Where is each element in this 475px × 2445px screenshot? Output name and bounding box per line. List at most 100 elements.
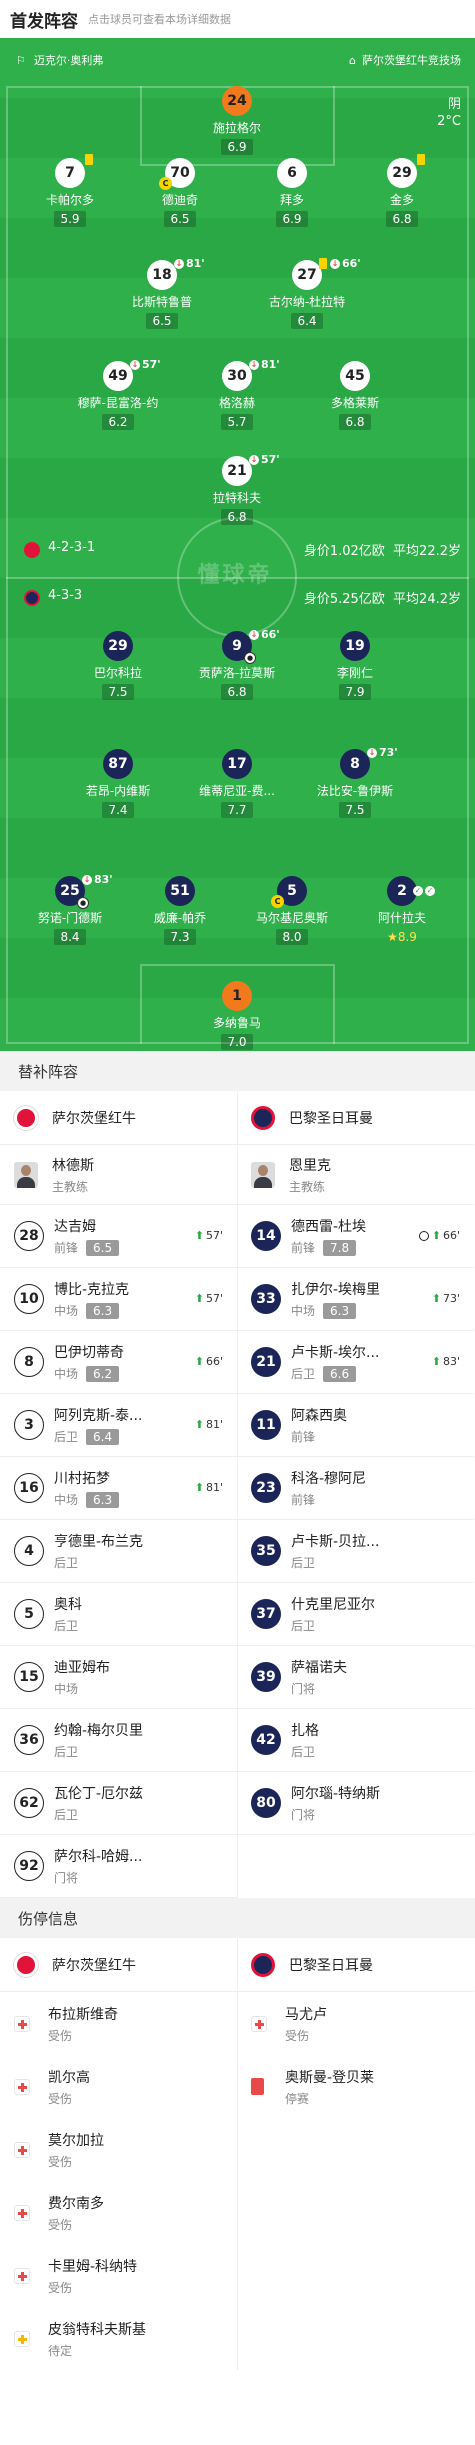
substitution-out-icon: ↓ 66' xyxy=(319,257,361,270)
player-position: 后卫 xyxy=(291,1367,316,1381)
injury-row[interactable]: 皮翁特科夫斯基 待定 xyxy=(0,2307,237,2370)
jersey-number: 30 xyxy=(227,368,247,384)
player-name: 卢卡斯-贝拉... xyxy=(291,1534,380,1550)
sub-player-row[interactable]: 80 阿尔瑙-特纳斯 门将 xyxy=(237,1772,474,1835)
player-rating: 6.2 xyxy=(102,414,134,430)
sub-player-row[interactable]: 28 达吉姆 前锋 6.5 ⬆ 57' xyxy=(0,1205,237,1268)
sub-player-row[interactable]: 36 约翰-梅尔贝里 后卫 xyxy=(0,1709,237,1772)
player[interactable]: 49 ↓ 57' 穆萨-昆富洛-约 6.2 xyxy=(63,358,173,430)
player-name: 卢卡斯-埃尔... xyxy=(291,1345,380,1361)
player-name: 奥科 xyxy=(54,1597,82,1613)
player-name: 维蒂尼亚-费... xyxy=(199,784,275,798)
player[interactable]: 70 C 德迪奇 6.5 xyxy=(125,158,235,227)
sub-player-row[interactable]: 35 卢卡斯-贝拉... 后卫 xyxy=(237,1520,474,1583)
player[interactable]: 1 多纳鲁马 7.0 xyxy=(182,981,292,1050)
sub-in-arrow-icon: ⬆ xyxy=(194,1418,204,1431)
player-position: 后卫 xyxy=(291,1619,316,1633)
sub-player-row[interactable]: 21 卢卡斯-埃尔... 后卫 6.6 ⬆ 83' xyxy=(237,1331,474,1394)
sub-player-row[interactable]: 11 阿森西奥 前锋 xyxy=(237,1394,474,1457)
sub-player-row[interactable]: 42 扎格 后卫 xyxy=(237,1709,474,1772)
player[interactable]: 29 巴尔科拉 7.5 xyxy=(63,631,173,700)
sub-player-row[interactable]: 10 博比-克拉克 中场 6.3 ⬆ 57' xyxy=(0,1268,237,1331)
player-name: 古尔纳-杜拉特 xyxy=(268,295,346,309)
sub-time: ⬆ 73' xyxy=(431,1292,460,1305)
player-name: 凯尔高 xyxy=(48,2069,90,2086)
player-name: 马尔基尼奥斯 xyxy=(255,911,328,925)
sub-player-row[interactable]: 4 亨德里-布兰克 后卫 xyxy=(0,1520,237,1583)
injury-row[interactable]: 费尔南多 受伤 xyxy=(0,2181,237,2244)
player-position: 中场 xyxy=(54,1304,79,1318)
player[interactable]: 19 李刚仁 7.9 xyxy=(300,631,410,700)
player[interactable]: 29 金多 6.8 xyxy=(347,154,457,227)
doubtful-icon xyxy=(14,2330,30,2347)
subs-header: 替补阵容 xyxy=(0,1051,475,1091)
player[interactable]: 21 ↓ 57' 拉特科夫 6.8 xyxy=(182,453,292,525)
away-coach[interactable]: 恩里克 主教练 xyxy=(237,1145,474,1205)
injury-row[interactable]: 奥斯曼-登贝莱 停赛 xyxy=(237,2055,474,2118)
sub-player-row[interactable]: 39 萨福诺夫 门将 xyxy=(237,1646,474,1709)
player[interactable]: 5C 马尔基尼奥斯 8.0 xyxy=(237,876,347,945)
injury-row[interactable]: 马尤卢 受伤 xyxy=(237,1992,474,2055)
whistle-icon: ⚐ xyxy=(16,53,26,67)
player-rating: 7.3 xyxy=(164,929,196,945)
player[interactable]: 27 ↓ 66' 古尔纳-杜拉特 6.4 xyxy=(252,257,362,329)
jersey-number: 10 xyxy=(14,1284,44,1314)
injury-status: 待定 xyxy=(48,2343,73,2358)
section-title: 首发阵容 xyxy=(10,11,78,32)
injury-row[interactable]: 卡里姆-科纳特 受伤 xyxy=(0,2244,237,2307)
sub-player-row[interactable]: 62 瓦伦丁-厄尔兹 后卫 xyxy=(0,1772,237,1835)
player-position: 后卫 xyxy=(291,1556,316,1570)
sub-player-row[interactable]: 3 阿列克斯-泰... 后卫 6.4 ⬆ 81' xyxy=(0,1394,237,1457)
stadium-icon: ⌂ xyxy=(349,53,356,67)
coach-name: 林德斯 xyxy=(52,1157,94,1174)
jersey-number: 21 xyxy=(227,463,247,479)
goal-ball-icon xyxy=(418,1230,429,1241)
home-coach[interactable]: 林德斯 主教练 xyxy=(0,1145,237,1205)
sub-player-row[interactable]: 23 科洛-穆阿尼 前锋 xyxy=(237,1457,474,1520)
player[interactable]: 51 威廉-帕乔 7.3 xyxy=(125,876,235,945)
substitution-out-icon: ↓ 73' xyxy=(367,746,398,759)
jersey-number: 39 xyxy=(251,1662,281,1692)
player[interactable]: 30 ↓ 81' 格洛赫 5.7 xyxy=(182,358,292,430)
player[interactable]: 9 ↓ 66' ● 贡萨洛-拉莫斯 6.8 xyxy=(182,628,292,700)
yellow-card-icon xyxy=(417,154,425,165)
captain-icon: C xyxy=(271,895,284,908)
player[interactable]: 25 ↓ 83' ● 努诺-门德斯 8.4 xyxy=(15,873,125,945)
jersey-number: 37 xyxy=(251,1599,281,1629)
player[interactable]: 2 ✓ ✓ 阿什拉夫 ★8.9 xyxy=(347,876,457,945)
player-position: 中场 xyxy=(54,1682,79,1696)
player[interactable]: 6 拜多 6.9 xyxy=(237,158,347,227)
player[interactable]: 18 ↓ 81' 比斯特鲁普 6.5 xyxy=(107,257,217,329)
substitution-out-icon: ↓ 81' xyxy=(249,358,280,371)
jersey-number: 14 xyxy=(251,1221,281,1251)
player[interactable]: 17 维蒂尼亚-费... 7.7 xyxy=(182,749,292,818)
sub-player-row[interactable]: 92 萨尔科-哈姆... 门将 xyxy=(0,1835,237,1898)
player-name: 多纳鲁马 xyxy=(212,1016,261,1030)
player[interactable]: 24 施拉格尔 6.9 xyxy=(182,86,292,155)
goal-ball-icon: ● xyxy=(244,652,256,664)
injury-row[interactable]: 布拉斯维奇 受伤 xyxy=(0,1992,237,2055)
player-name: 李刚仁 xyxy=(336,666,373,680)
player-rating: 7.4 xyxy=(102,802,134,818)
player[interactable]: 45 多格莱斯 6.8 xyxy=(300,361,410,430)
injury-icon xyxy=(14,2141,30,2158)
coach-name: 恩里克 xyxy=(289,1157,331,1174)
sub-player-row[interactable]: 16 川村拓梦 中场 6.3 ⬆ 81' xyxy=(0,1457,237,1520)
player-name: 迪亚姆布 xyxy=(54,1660,110,1676)
sub-player-row[interactable]: 5 奥科 后卫 xyxy=(0,1583,237,1646)
sub-player-row[interactable]: 15 迪亚姆布 中场 xyxy=(0,1646,237,1709)
sub-player-row[interactable]: 8 巴伊切蒂奇 中场 6.2 ⬆ 66' xyxy=(0,1331,237,1394)
substitution-out-icon: ↓ 57' xyxy=(130,358,161,371)
player[interactable]: 87 若昂-内维斯 7.4 xyxy=(63,749,173,818)
injury-row[interactable]: 凯尔高 受伤 xyxy=(0,2055,237,2118)
player[interactable]: 7 卡帕尔多 5.9 xyxy=(15,154,125,227)
sub-player-row[interactable]: 33 扎伊尔-埃梅里 中场 6.3 ⬆ 73' xyxy=(237,1268,474,1331)
sub-player-row[interactable]: 37 什克里尼亚尔 后卫 xyxy=(237,1583,474,1646)
player-name: 扎伊尔-埃梅里 xyxy=(291,1282,381,1298)
player-rating: 8.0 xyxy=(276,929,308,945)
player[interactable]: 8 ↓ 73' 法比安-鲁伊斯 7.5 xyxy=(300,746,410,818)
player-rating: 8.4 xyxy=(54,929,86,945)
sub-player-row[interactable]: 14 德西雷-杜埃 前锋 7.8 ⬆ 66' xyxy=(237,1205,474,1268)
home-formation: 4-2-3-1 xyxy=(48,540,96,555)
injury-row[interactable]: 莫尔加拉 受伤 xyxy=(0,2118,237,2181)
